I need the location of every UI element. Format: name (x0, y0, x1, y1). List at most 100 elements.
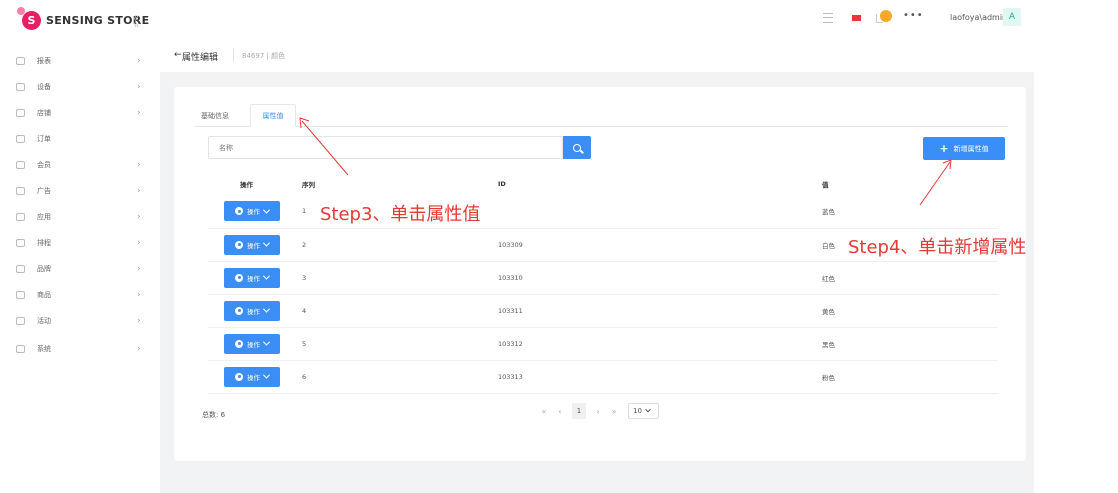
add-attribute-value-button[interactable]: + 新增属性值 (923, 137, 1005, 160)
sidebar-item-label: 排程 (37, 239, 51, 247)
gear-icon (235, 372, 243, 381)
sidebar-item-label: 广告 (37, 187, 51, 195)
brand-icon (16, 265, 25, 273)
collapse-sidebar-icon[interactable]: 《 (126, 11, 139, 30)
op-cell: 操作 (208, 195, 302, 229)
sidebar-item-11[interactable]: 系统 › (0, 336, 160, 362)
sidebar-item-9[interactable]: 商品 › (0, 282, 160, 308)
sidebar-item-label: 应用 (37, 213, 51, 221)
chevron-right-icon: › (137, 212, 141, 222)
sidebar-item-1[interactable]: 设备 › (0, 74, 160, 100)
step4-annotation: Step4、单击新增属性 (848, 237, 1027, 258)
op-cell: 操作 (208, 360, 302, 394)
tab-basic-info[interactable]: 基础信息 (194, 104, 236, 127)
row-actions-button[interactable]: 操作 (224, 234, 280, 255)
chevron-right-icon: › (137, 238, 141, 248)
attribute-card: 基础信息 属性值 + 新增属性值 操作 序列 ID 值 (174, 87, 1026, 461)
table-row: 操作 6 103313 粉色 (208, 360, 998, 394)
more-icon[interactable]: ••• (903, 10, 924, 21)
chevron-down-icon (262, 239, 271, 247)
id-cell: 103310 (498, 261, 822, 295)
table-row: 操作 3 103310 红色 (208, 261, 998, 295)
op-cell: 操作 (208, 294, 302, 328)
member-icon (16, 161, 25, 169)
order-icon (16, 135, 25, 143)
sidebar-item-3[interactable]: 订单 (0, 126, 160, 152)
sidebar-item-label: 设备 (37, 83, 51, 91)
gear-icon (235, 207, 243, 216)
op-label: 操作 (247, 274, 260, 283)
product-icon (16, 291, 25, 299)
col-header-op: 操作 (240, 181, 253, 189)
step3-annotation: Step3、单击属性值 (320, 204, 481, 225)
row-actions-button[interactable]: 操作 (224, 333, 280, 354)
sidebar-item-label: 会员 (37, 161, 51, 169)
op-cell: 操作 (208, 228, 302, 262)
id-cell: 103311 (498, 294, 822, 328)
user-name[interactable]: laofoya\admin (950, 13, 1007, 22)
pagination: « ‹ 1 › » 10 (536, 402, 659, 420)
sidebar-item-label: 系统 (37, 345, 51, 353)
current-page[interactable]: 1 (572, 403, 586, 419)
settings-icon[interactable] (823, 13, 833, 23)
sidebar-item-2[interactable]: 店铺 › (0, 100, 160, 126)
gear-icon (235, 306, 243, 315)
sidebar: S SENSING STORE 《 报表 › 设备 › 店铺 › 订单 会员 › 广告 › 应用 › 排程… (0, 0, 160, 493)
prev-page-button[interactable]: ‹ (552, 407, 568, 416)
chevron-right-icon: › (137, 160, 141, 170)
seq-cell: 4 (302, 294, 498, 328)
app-window: S SENSING STORE 《 报表 › 设备 › 店铺 › 订单 会员 › 广告 › 应用 › 排程… (0, 0, 1118, 493)
language-flag-icon[interactable] (852, 15, 861, 21)
sidebar-item-6[interactable]: 应用 › (0, 204, 160, 230)
row-actions-button[interactable]: 操作 (224, 267, 280, 288)
sidebar-item-label: 订单 (37, 135, 51, 143)
last-page-button[interactable]: » (606, 407, 622, 416)
op-label: 操作 (247, 307, 260, 316)
top-bar: ••• laofoya\admin A (160, 0, 1118, 40)
total-count: 总数: 6 (202, 411, 226, 419)
chevron-down-icon (262, 305, 271, 313)
chevron-right-icon: › (137, 108, 141, 118)
page-size-select[interactable]: 10 (628, 403, 659, 419)
value-cell: 红色 (822, 261, 998, 295)
gear-icon (235, 273, 243, 282)
sidebar-item-0[interactable]: 报表 › (0, 48, 160, 74)
app-icon (16, 213, 25, 221)
page-size-value: 10 (633, 407, 642, 415)
op-cell: 操作 (208, 327, 302, 361)
sidebar-item-10[interactable]: 活动 › (0, 308, 160, 334)
notification-bell-icon[interactable] (876, 10, 892, 23)
value-cell: 粉色 (822, 360, 998, 394)
row-actions-button[interactable]: 操作 (224, 300, 280, 321)
table-header-row: 操作 序列 ID 值 (208, 173, 998, 195)
divider (233, 48, 234, 62)
store-icon (16, 109, 25, 117)
seq-cell: 6 (302, 360, 498, 394)
chevron-right-icon: › (137, 316, 141, 326)
chart-icon (16, 57, 25, 65)
row-actions-button[interactable]: 操作 (224, 201, 280, 222)
sidebar-item-8[interactable]: 品牌 › (0, 256, 160, 282)
first-page-button[interactable]: « (536, 407, 552, 416)
search-button[interactable] (563, 136, 591, 159)
chevron-down-icon (262, 338, 271, 346)
sidebar-item-4[interactable]: 会员 › (0, 152, 160, 178)
table-row: 操作 5 103312 黑色 (208, 327, 998, 361)
page-title: 属性编辑 (182, 53, 219, 63)
search-input[interactable] (208, 136, 563, 159)
seq-cell: 5 (302, 327, 498, 361)
chevron-right-icon: › (137, 344, 141, 354)
next-page-button[interactable]: › (590, 407, 606, 416)
row-actions-button[interactable]: 操作 (224, 366, 280, 387)
table-row: 操作 4 103311 黄色 (208, 294, 998, 328)
chevron-right-icon: › (137, 290, 141, 300)
sidebar-item-5[interactable]: 广告 › (0, 178, 160, 204)
tab-attribute-values[interactable]: 属性值 (250, 104, 296, 127)
back-arrow-icon[interactable]: ← (174, 50, 182, 60)
value-cell: 黑色 (822, 327, 998, 361)
sidebar-item-7[interactable]: 排程 › (0, 230, 160, 256)
avatar[interactable]: A (1003, 8, 1021, 26)
system-icon (16, 345, 25, 353)
chevron-down-icon (262, 206, 271, 214)
chevron-down-icon (262, 272, 271, 280)
